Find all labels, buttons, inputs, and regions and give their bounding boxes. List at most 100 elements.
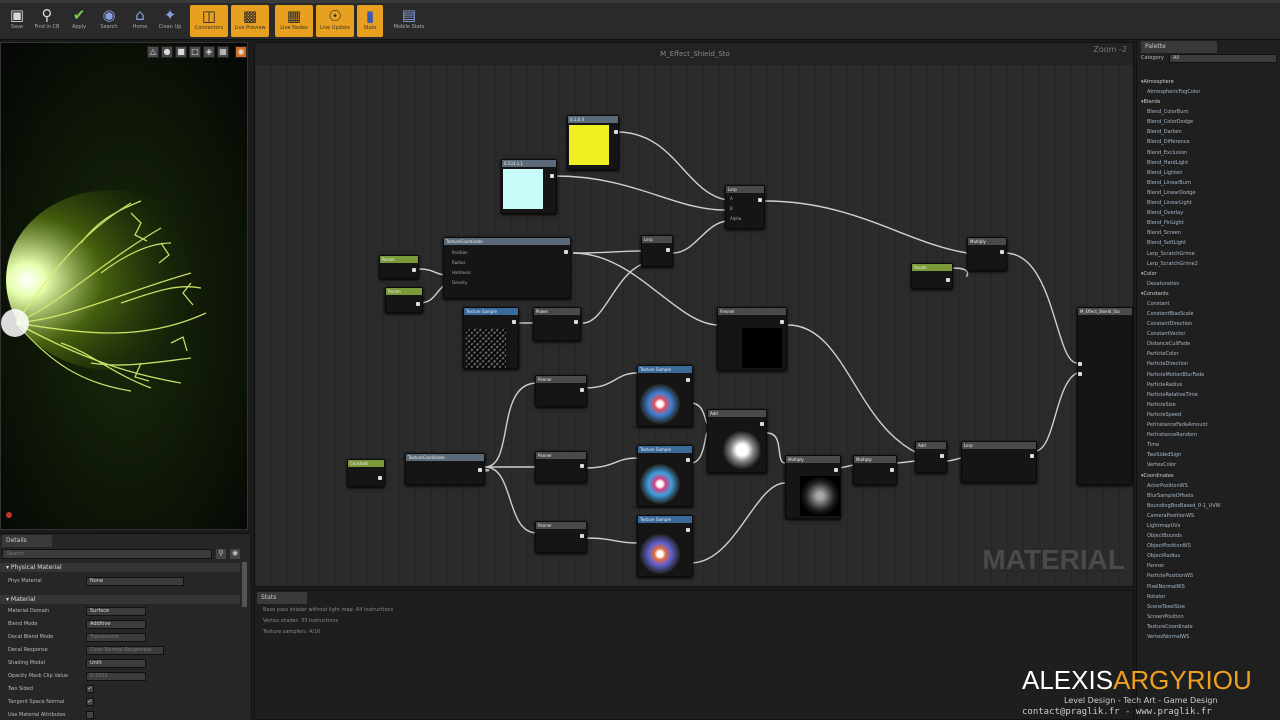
palette-item[interactable]: Blend_Exclusion [1147, 149, 1187, 158]
node-panner-1[interactable]: Panner [535, 375, 587, 407]
palette-item[interactable]: LightmapUVs [1147, 522, 1180, 531]
viewport-shape-cube-button[interactable]: □ [189, 46, 201, 58]
eye-icon[interactable]: ◉ [230, 549, 240, 559]
palette-item[interactable]: ParticlePositionWS [1147, 572, 1193, 581]
category-select[interactable]: All [1169, 54, 1277, 63]
node-param-1[interactable]: Param [379, 255, 419, 279]
palette-item[interactable]: Blend_PinLight [1147, 219, 1184, 228]
output-pin[interactable] [686, 528, 690, 532]
node-param-2[interactable]: Param [385, 287, 423, 313]
output-pin[interactable] [614, 130, 618, 134]
output-pin[interactable] [512, 320, 516, 324]
live-preview-button[interactable]: ▩ Live Preview [231, 5, 269, 37]
output-pin[interactable] [580, 388, 584, 392]
live-nodes-button[interactable]: ▦ Live Nodes [275, 5, 313, 37]
phys-material-value[interactable]: None [86, 577, 184, 586]
palette-item[interactable]: ObjectRadius [1147, 552, 1180, 561]
palette-item[interactable]: DistanceCullFade [1147, 340, 1190, 349]
output-pin[interactable] [416, 302, 420, 306]
palette-item[interactable]: BlurSampleOffsets [1147, 492, 1193, 501]
node-texture-sample-noise[interactable]: Texture Sample [463, 307, 519, 369]
node-texture-sample-2[interactable]: Texture Sample [637, 445, 693, 507]
palette-item[interactable]: ParticleSpeed [1147, 411, 1181, 420]
node-texture-sample-3[interactable]: Texture Sample [637, 515, 693, 577]
emissive-pin[interactable] [1078, 362, 1082, 366]
palette-item[interactable]: ScreenPosition [1147, 613, 1184, 622]
tab-details[interactable]: Details [2, 535, 52, 547]
opacity-mask-clip-input[interactable]: 0.3333 [86, 672, 146, 681]
node-texture-coordinate-top[interactable]: TextureCoordinate Position Radius Hardne… [443, 237, 571, 299]
palette-item[interactable]: TextureCoordinate [1147, 623, 1193, 632]
mobile-stats-button[interactable]: ▤ Mobile Stats [392, 4, 426, 36]
output-pin[interactable] [564, 250, 568, 254]
palette-item[interactable]: Blend_HardLight [1147, 159, 1188, 168]
palette-item[interactable]: Blend_Difference [1147, 138, 1190, 147]
search-button[interactable]: ◉ Search [94, 4, 124, 36]
palette-item[interactable]: AtmosphericFogColor [1147, 88, 1200, 97]
palette-item[interactable]: VertexColor [1147, 461, 1176, 470]
use-material-attributes-checkbox[interactable] [86, 711, 94, 719]
node-multiply-mid[interactable]: Multiply [785, 455, 841, 519]
output-pin[interactable] [666, 248, 670, 252]
node-multiply-2[interactable]: Multiply [853, 455, 897, 485]
viewport-shape-mesh-button[interactable]: ◈ [203, 46, 215, 58]
shading-model-select[interactable]: Unlit [86, 659, 146, 668]
palette-item[interactable]: BoundingBoxBased_0-1_UVW [1147, 502, 1221, 511]
viewport-shape-sphere-button[interactable]: ● [161, 46, 173, 58]
palette-item[interactable]: ConstantDirection [1147, 320, 1192, 329]
palette-category[interactable]: ▾Coordinates [1141, 472, 1174, 481]
home-button[interactable]: ⌂ Home [125, 4, 155, 36]
output-pin[interactable] [834, 468, 838, 472]
node-lerp-color[interactable]: Lerp A B Alpha [725, 185, 765, 229]
node-constant[interactable]: Constant [347, 459, 385, 487]
output-pin[interactable] [758, 198, 762, 202]
output-pin[interactable] [686, 378, 690, 382]
palette-item[interactable]: Desaturation [1147, 280, 1179, 289]
palette-item[interactable]: Lerp_ScratchGrime [1147, 250, 1195, 259]
palette-item[interactable]: SceneTexelSize [1147, 603, 1185, 612]
node-lerp-final[interactable]: Lerp [961, 441, 1037, 483]
section-material[interactable]: ▾ Material [0, 595, 240, 604]
palette-category[interactable]: ▾Color [1141, 270, 1157, 279]
output-pin[interactable] [780, 320, 784, 324]
palette-item[interactable]: ParticleRadius [1147, 381, 1182, 390]
palette-item[interactable]: Rotator [1147, 593, 1165, 602]
live-update-button[interactable]: ☉ Live Update [316, 5, 354, 37]
node-fresnel[interactable]: Fresnel [717, 307, 787, 371]
viewport-realtime-button[interactable]: ◉ [235, 46, 247, 58]
viewport-shape-plane-button[interactable]: ■ [175, 46, 187, 58]
palette-item[interactable]: Blend_LinearDodge [1147, 189, 1196, 198]
palette-item[interactable]: ActorPositionWS [1147, 482, 1188, 491]
output-pin[interactable] [1030, 454, 1034, 458]
search-icon[interactable]: ⚲ [216, 549, 226, 559]
decal-response-select[interactable]: Color Normal Roughness [86, 646, 164, 655]
node-texture-sample-1[interactable]: Texture Sample [637, 365, 693, 427]
output-pin[interactable] [760, 422, 764, 426]
palette-item[interactable]: Blend_LinearBurn [1147, 179, 1191, 188]
output-pin[interactable] [946, 278, 950, 282]
material-graph[interactable]: M_Effect_Shield_Sto Zoom -2 0,1,0,0 0.53… [254, 42, 1134, 587]
node-param-3[interactable]: Param [911, 263, 953, 289]
palette-item[interactable]: CameraPositionWS [1147, 512, 1194, 521]
output-pin[interactable] [890, 468, 894, 472]
palette-item[interactable]: Blend_ColorDodge [1147, 118, 1193, 127]
palette-item[interactable]: ParticleRelativeTime [1147, 391, 1198, 400]
output-pin[interactable] [550, 174, 554, 178]
palette-item[interactable]: PerInstanceRandom [1147, 431, 1197, 440]
palette-item[interactable]: ParticleMotionBlurFade [1147, 371, 1204, 380]
clean-up-button[interactable]: ✦ Clean Up [155, 4, 185, 36]
output-pin[interactable] [686, 458, 690, 462]
viewport-shape-cylinder-button[interactable]: △ [147, 46, 159, 58]
palette-item[interactable]: TwoSidedSign [1147, 451, 1181, 460]
palette-category[interactable]: ▾Constants [1141, 290, 1169, 299]
output-pin[interactable] [478, 468, 482, 472]
viewport-grid-button[interactable]: ▦ [217, 46, 229, 58]
apply-button[interactable]: ✔ Apply [64, 4, 94, 36]
output-pin[interactable] [1000, 250, 1004, 254]
connectors-button[interactable]: ◫ Connectors [190, 5, 228, 37]
palette-item[interactable]: Time [1147, 441, 1159, 450]
palette-item[interactable]: PixelNormalWS [1147, 583, 1185, 592]
palette-item[interactable]: ParticleColor [1147, 350, 1179, 359]
node-constant3-cyan[interactable]: 0.533,1,1 [501, 159, 557, 214]
output-pin[interactable] [580, 534, 584, 538]
